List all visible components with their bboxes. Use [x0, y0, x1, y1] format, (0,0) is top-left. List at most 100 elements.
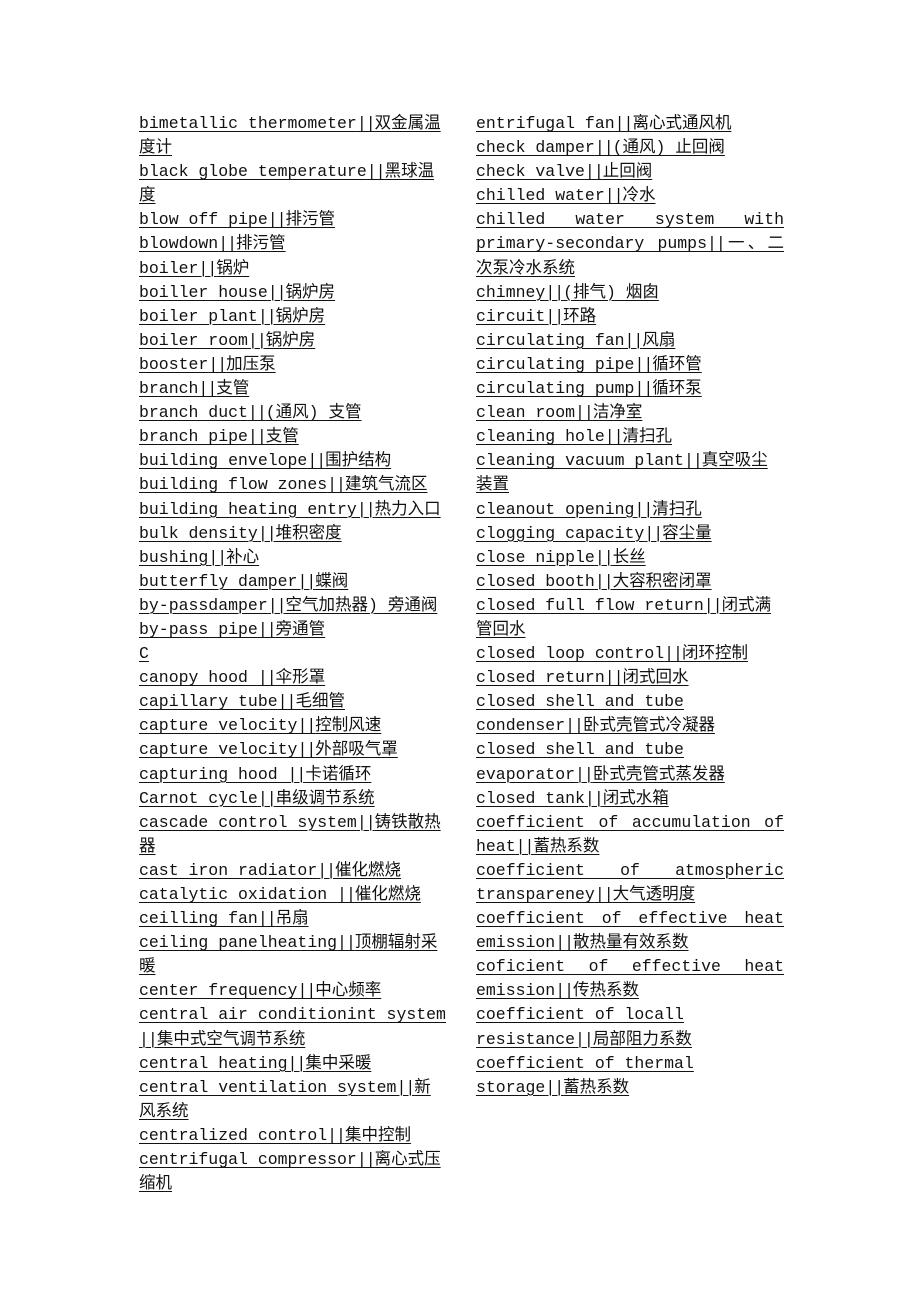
entry-translation: (排气) 烟囱: [563, 282, 659, 302]
entry-separator: ||: [208, 547, 227, 567]
glossary-entry: closed tank||闭式水箱: [476, 787, 784, 811]
entry-translation: 卧式壳管式冷凝器: [582, 716, 715, 736]
entry-term: branch pipe: [139, 427, 248, 447]
entry-translation: 环路: [563, 306, 597, 326]
entry-term: bulk density: [139, 523, 258, 543]
glossary-entry: clean room||洁净室: [476, 401, 784, 425]
entry-separator: ||: [545, 1077, 564, 1097]
entry-separator: ||: [287, 1053, 307, 1073]
entry-separator: ||: [287, 764, 307, 784]
glossary-entry: circulating fan||风扇: [476, 329, 784, 353]
entry-separator: ||: [297, 740, 316, 760]
entry-translation: 离心式通风机: [632, 114, 732, 133]
entry-translation: 清扫孔: [652, 499, 702, 519]
entry-term: branch duct: [139, 403, 248, 423]
entry-separator: ||: [634, 499, 653, 519]
entry-separator: ||: [277, 692, 297, 712]
glossary-entry: check damper||(通风) 止回阀: [476, 136, 784, 160]
entry-term: canopy hood: [139, 668, 258, 688]
glossary-entry: central ventilation system||新风系统: [139, 1076, 447, 1124]
entry-separator: ||: [208, 354, 227, 374]
entry-translation: 伞形罩: [275, 668, 326, 688]
entry-term: bushing: [139, 547, 209, 567]
glossary-entry: clogging capacity||容尘量: [476, 522, 784, 546]
glossary-entry: boiler||锅炉: [139, 257, 447, 281]
entry-term: by-passdamper: [139, 595, 268, 615]
entry-translation: 闭式回水: [622, 668, 689, 688]
entry-translation: 清扫孔: [622, 427, 673, 447]
entry-term: capture velocity: [139, 716, 298, 736]
glossary-entry: ceiling panelheating||顶棚辐射采暖: [139, 931, 447, 979]
glossary-entry: boiler plant||锅炉房: [139, 305, 447, 329]
entry-separator: ||: [317, 860, 336, 880]
glossary-entry: branch duct||(通风) 支管: [139, 401, 447, 425]
entry-translation: 散热量有效系数: [573, 933, 689, 953]
entry-translation: 热力入口: [374, 499, 441, 519]
entry-separator: ||: [337, 933, 356, 953]
entry-translation: 容尘量: [662, 523, 712, 543]
entry-separator: ||: [356, 499, 376, 519]
entry-translation: 闭环控制: [681, 644, 748, 664]
glossary-entry: closed loop control||闭环控制: [476, 642, 784, 666]
entry-separator: ||: [545, 306, 564, 326]
entry-separator: ||: [584, 162, 604, 182]
entry-separator: ||: [604, 668, 624, 688]
entry-term: central heating: [139, 1053, 288, 1073]
entry-separator: ||: [267, 210, 287, 230]
entry-translation: 中心频率: [315, 981, 382, 1001]
entry-separator: ||: [356, 1150, 376, 1170]
entry-translation: 围护结构: [325, 451, 392, 471]
entry-term: capillary tube: [139, 692, 278, 712]
glossary-entry: capture velocity||外部吸气罩: [139, 738, 447, 762]
glossary-entry: closed booth||大容积密闭罩: [476, 570, 784, 594]
entry-separator: ||: [555, 981, 574, 1001]
glossary-entry: coficient of effective heat emission||传热…: [476, 955, 784, 1003]
entry-term: closed return: [476, 668, 605, 688]
entry-separator: ||: [257, 523, 277, 543]
glossary-entry: central heating||集中采暖: [139, 1052, 447, 1076]
entry-separator: ||: [327, 1125, 346, 1145]
glossary-entry: cleanout opening||清扫孔: [476, 498, 784, 522]
entry-term: building envelope: [139, 451, 308, 471]
glossary-entry: building heating entry||热力入口: [139, 498, 447, 522]
entry-separator: ||: [366, 162, 386, 182]
entry-separator: ||: [247, 403, 267, 423]
entry-term: circulating pipe: [476, 354, 635, 374]
entry-separator: ||: [703, 595, 723, 615]
entry-separator: ||: [634, 354, 653, 374]
glossary-entry: blow off pipe||排污管: [139, 208, 447, 232]
entry-separator: ||: [257, 619, 277, 639]
entry-translation: 锅炉房: [265, 330, 316, 350]
entry-term: circuit: [476, 306, 546, 326]
entry-translation: 蓄热系数: [563, 1077, 630, 1097]
entry-term: cascade control system: [139, 812, 357, 832]
glossary-entry: centrifugal compressor||离心式压缩机: [139, 1148, 447, 1196]
entry-term: entrifugal fan: [476, 114, 615, 133]
entry-translation: (通风) 支管: [265, 403, 362, 423]
entry-term: cast iron radiator: [139, 860, 318, 880]
entry-separator: ||: [257, 306, 277, 326]
glossary-entry: by-passdamper||空气加热器) 旁通阀: [139, 594, 447, 618]
entry-translation: 吊扇: [275, 909, 309, 929]
entry-translation: 大容积密闭罩: [612, 571, 712, 591]
entry-term: central air conditionint system: [139, 1005, 446, 1025]
entry-separator: ||: [604, 186, 624, 206]
entry-translation: 锅炉: [216, 258, 250, 278]
entry-translation: 大气透明度: [612, 885, 696, 904]
section-heading: C: [139, 644, 149, 664]
glossary-entry: closed return||闭式回水: [476, 666, 784, 690]
entry-term: building heating entry: [139, 499, 357, 519]
glossary-entry: Carnot cycle||串级调节系统: [139, 787, 447, 811]
entry-term: by-pass pipe: [139, 619, 258, 639]
entry-translation: 支管: [265, 427, 299, 447]
entry-term: building flow zones: [139, 475, 328, 495]
entry-translation: 锅炉房: [285, 282, 336, 302]
glossary-entry: circulating pipe||循环管: [476, 353, 784, 377]
entry-translation: 催化燃烧: [354, 885, 421, 904]
entry-term: boiler plant: [139, 306, 258, 326]
entry-translation: 集中式空气调节系统: [156, 1029, 306, 1049]
entry-translation: 毛细管: [295, 692, 345, 712]
entry-translation: 闭式水箱: [602, 788, 669, 808]
entry-translation: 集中控制: [344, 1125, 411, 1145]
glossary-entry: coefficient of locall resistance||局部阻力系数: [476, 1003, 784, 1051]
